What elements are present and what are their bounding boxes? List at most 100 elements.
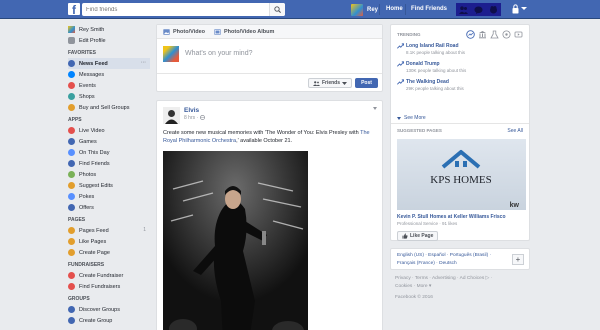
- sidebar-item-create-fundraiser[interactable]: Create Fundraiser: [68, 270, 150, 281]
- sidebar-item-discover-groups[interactable]: Discover Groups: [68, 304, 150, 315]
- post-photo[interactable]: [163, 151, 308, 330]
- language-selector: English (US) · Español · Português (Bras…: [390, 248, 530, 270]
- trending-item[interactable]: The Walking Dead 29K people talking about…: [397, 79, 466, 92]
- live-video-icon: [68, 127, 75, 134]
- tab-photo-video[interactable]: Photo/Video: [163, 29, 205, 35]
- friend-requests-icon[interactable]: [459, 5, 468, 14]
- shops-icon: [68, 93, 75, 100]
- trending-title: Long Island Rail Road: [406, 43, 459, 49]
- sidebar-item-label: Messages: [79, 71, 105, 78]
- sidebar-fundraisers-list: Create Fundraiser Find Fundraisers: [68, 270, 150, 292]
- sidebar-item-pages-feed[interactable]: Pages Feed 1: [68, 225, 150, 236]
- sidebar-item-suggest-edits[interactable]: Suggest Edits: [68, 180, 150, 191]
- sidebar-item-create-page[interactable]: Create Page: [68, 247, 150, 258]
- sidebar-item-label: Create Fundraiser: [79, 272, 124, 279]
- trending-see-more-link[interactable]: See More: [397, 115, 426, 121]
- sidebar-item-on-this-day[interactable]: On This Day: [68, 147, 150, 158]
- sidebar-item-events[interactable]: Events: [68, 80, 150, 91]
- sidebar-item-shops[interactable]: Shops: [68, 91, 150, 102]
- footer-links[interactable]: Privacy · Terms · Advertising · Ad Choic…: [395, 275, 525, 282]
- footer-links[interactable]: Cookies · More ▾: [395, 283, 525, 290]
- post-text: Create some new musical memories with 'T…: [163, 129, 377, 145]
- pokes-icon: [68, 193, 75, 200]
- search-input[interactable]: [86, 4, 261, 15]
- trending-sports-icon[interactable]: [502, 30, 511, 39]
- sidebar-item-pokes[interactable]: Pokes: [68, 191, 150, 202]
- sidebar-item-label: Discover Groups: [79, 306, 120, 313]
- sidebar-item-like-pages[interactable]: Like Pages: [68, 236, 150, 247]
- post-text-part: ,' available October 21.: [236, 138, 293, 144]
- language-links[interactable]: English (US) · Español · Português (Bras…: [397, 253, 491, 258]
- sidebar-profile-link[interactable]: Rey Smith: [68, 24, 150, 35]
- news-feed-icon: [68, 60, 75, 67]
- trending-list: Long Island Rail Road 8.1K people talking…: [397, 43, 466, 97]
- like-pages-icon: [68, 238, 75, 245]
- post-options-chevron-icon[interactable]: [373, 107, 377, 110]
- add-language-button[interactable]: +: [512, 254, 524, 265]
- sidebar-item-photos[interactable]: Photos: [68, 169, 150, 180]
- composer-input[interactable]: What's on your mind?: [185, 50, 252, 57]
- account-menu-caret-icon[interactable]: [521, 7, 527, 10]
- sidebar-favorites-list: News Feed ··· Messages Events Shops Buy and S…: [68, 58, 150, 113]
- feed-post: Elvis 8 hrs · Create some new musical me…: [156, 100, 383, 330]
- sidebar-item-label: Photos: [79, 171, 97, 178]
- post-button[interactable]: Post: [355, 78, 378, 88]
- sidebar-item-find-friends[interactable]: Find Friends: [68, 158, 150, 169]
- sidebar-section-groups: GROUPS: [68, 296, 90, 302]
- suggested-see-all-link[interactable]: See All: [507, 128, 523, 134]
- create-fundraiser-icon: [68, 272, 75, 279]
- trending-subtitle: 29K people talking about this: [406, 86, 464, 91]
- nav-home-link[interactable]: Home: [386, 3, 403, 16]
- sidebar-item-label: Like Pages: [79, 238, 107, 245]
- trending-arrow-icon: [397, 61, 404, 67]
- trending-science-icon[interactable]: [490, 30, 499, 39]
- sidebar-item-messages[interactable]: Messages: [68, 69, 150, 80]
- privacy-shortcuts-icon[interactable]: [512, 4, 519, 14]
- sidebar-edit-profile[interactable]: Edit Profile: [68, 35, 150, 46]
- find-fundraisers-icon: [68, 283, 75, 290]
- sidebar-item-label: Offers: [79, 204, 94, 211]
- trending-category-tabs: [466, 30, 526, 39]
- sidebar-apps-list: Live Video Games On This Day Find Friends Ph…: [68, 125, 150, 213]
- suggested-page-name[interactable]: Kevin P. Stull Homes at Keller Williams …: [397, 214, 506, 220]
- post-author-avatar[interactable]: [163, 107, 180, 124]
- post-author-name[interactable]: Elvis: [184, 107, 199, 114]
- sidebar-item-news-feed[interactable]: News Feed ···: [68, 58, 150, 69]
- suggested-page-cover[interactable]: KPS HOMES kw: [397, 139, 526, 210]
- trending-politics-icon[interactable]: [478, 30, 487, 39]
- footer-copyright: Facebook © 2016: [395, 295, 433, 300]
- sidebar-item-offers[interactable]: Offers: [68, 202, 150, 213]
- post-timestamp: 8 hrs ·: [184, 115, 205, 121]
- sidebar-item-buy-and-sell-groups[interactable]: Buy and Sell Groups: [68, 102, 150, 113]
- pencil-icon: [68, 37, 75, 44]
- language-links[interactable]: Français (France) · Deutsch: [397, 261, 457, 266]
- sidebar-item-find-fundraisers[interactable]: Find Fundraisers: [68, 281, 150, 292]
- trending-top-icon[interactable]: [466, 30, 475, 39]
- search-button[interactable]: [269, 3, 285, 16]
- nav-find-friends-link[interactable]: Find Friends: [411, 3, 447, 16]
- audience-selector-button[interactable]: Friends: [307, 78, 352, 88]
- sidebar-item-label: Live Video: [79, 127, 105, 134]
- trending-item[interactable]: Long Island Rail Road 8.1K people talking…: [397, 43, 466, 56]
- notifications-icon[interactable]: [489, 5, 498, 14]
- kw-logo-text: kw: [510, 202, 520, 209]
- buy-sell-icon: [68, 104, 75, 111]
- sidebar-item-label: Suggest Edits: [79, 182, 113, 189]
- trending-subtitle: 130K people talking about this: [406, 68, 467, 73]
- sidebar-item-live-video[interactable]: Live Video: [68, 125, 150, 136]
- trending-entertainment-icon[interactable]: [514, 30, 523, 39]
- trending-item[interactable]: Donald Trump 130K people talking about th…: [397, 61, 466, 74]
- nav-profile-link[interactable]: Rey: [351, 3, 378, 16]
- sidebar-section-apps: APPS: [68, 117, 82, 123]
- messages-icon: [68, 71, 75, 78]
- sidebar-item-count: ···: [141, 60, 146, 66]
- sidebar-item-create-group[interactable]: Create Group: [68, 315, 150, 326]
- see-more-label: See More: [404, 115, 426, 121]
- sidebar-item-games[interactable]: Games: [68, 136, 150, 147]
- tab-photo-video-album[interactable]: Photo/Video Album: [214, 29, 274, 35]
- messages-icon[interactable]: [474, 6, 483, 14]
- album-icon: [214, 28, 221, 35]
- divider: [391, 123, 529, 124]
- facebook-logo[interactable]: f: [68, 3, 80, 15]
- like-page-button[interactable]: Like Page: [397, 231, 439, 241]
